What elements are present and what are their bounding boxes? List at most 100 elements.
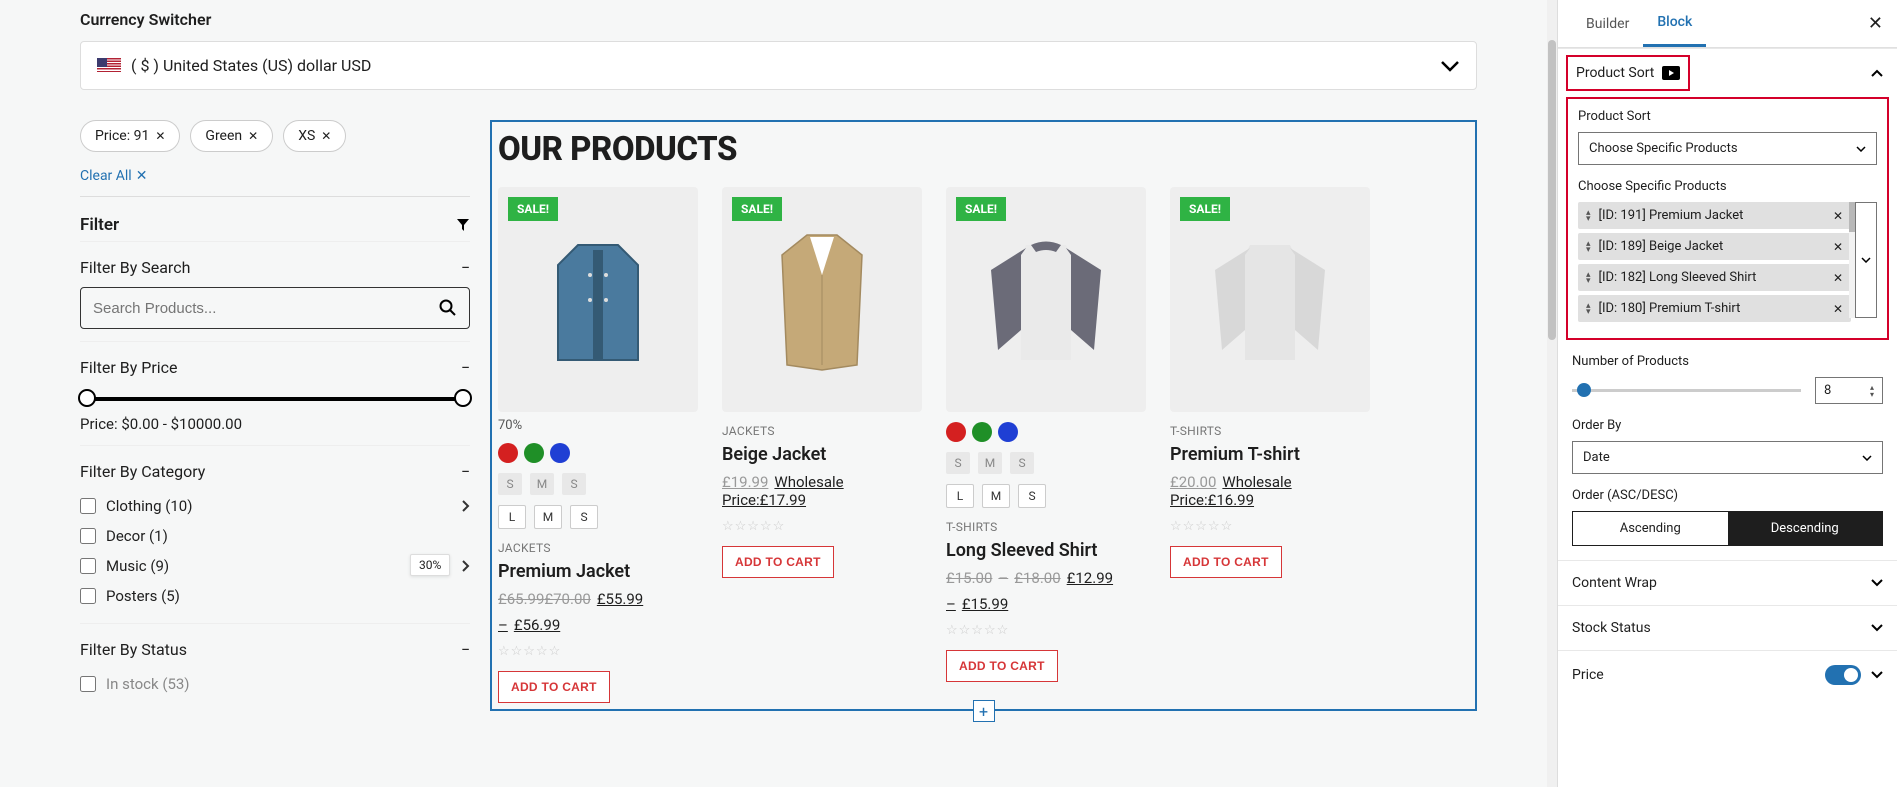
size-option[interactable]: S xyxy=(1018,484,1046,508)
size-option[interactable]: S xyxy=(570,505,598,529)
product-sort-select[interactable]: Choose Specific Products xyxy=(1578,132,1877,165)
category-item[interactable]: Posters (5) xyxy=(80,581,470,611)
num-products-slider[interactable] xyxy=(1572,389,1801,392)
close-icon[interactable]: ✕ xyxy=(321,129,331,143)
stepper-arrows-icon[interactable]: ▴▾ xyxy=(1870,384,1874,398)
close-icon[interactable]: ✕ xyxy=(1868,13,1883,34)
tab-builder[interactable]: Builder xyxy=(1572,2,1643,46)
size-option[interactable]: L xyxy=(946,484,974,508)
order-desc-option[interactable]: Descending xyxy=(1728,512,1883,545)
section-content-wrap[interactable]: Content Wrap xyxy=(1558,560,1897,605)
section-product-sort-header[interactable]: Product Sort xyxy=(1566,55,1690,91)
search-icon[interactable] xyxy=(439,299,457,317)
orderby-select[interactable]: Date xyxy=(1572,441,1883,474)
product-image[interactable]: SALE! xyxy=(1170,187,1370,412)
category-item[interactable]: Music (9) xyxy=(80,551,169,581)
checkbox[interactable] xyxy=(80,558,96,574)
scrollbar[interactable] xyxy=(1547,0,1557,787)
close-icon[interactable]: ✕ xyxy=(1833,240,1843,254)
filter-tag[interactable]: Green✕ xyxy=(190,120,273,152)
section-price[interactable]: Price xyxy=(1558,650,1897,699)
chevron-right-icon[interactable] xyxy=(462,560,470,572)
drag-handle-icon[interactable]: ▴▾ xyxy=(1586,241,1591,253)
tab-block[interactable]: Block xyxy=(1643,0,1706,47)
color-swatch-blue[interactable] xyxy=(550,443,570,463)
drag-handle-icon[interactable]: ▴▾ xyxy=(1586,303,1591,315)
add-to-cart-button[interactable]: ADD TO CART xyxy=(722,546,834,578)
add-to-cart-button[interactable]: ADD TO CART xyxy=(946,650,1058,682)
filter-tag[interactable]: XS✕ xyxy=(283,120,346,152)
color-swatch-green[interactable] xyxy=(972,422,992,442)
chevron-right-icon[interactable] xyxy=(462,500,470,512)
filter-tag[interactable]: Price: 91✕ xyxy=(80,120,180,152)
chevron-down-icon xyxy=(1871,671,1883,679)
product-image[interactable]: SALE! xyxy=(498,187,698,412)
scrollbar-thumb[interactable] xyxy=(1548,40,1556,340)
chosen-product[interactable]: ▴▾[ID: 189] Beige Jacket✕ xyxy=(1578,233,1851,260)
drag-handle-icon[interactable]: ▴▾ xyxy=(1586,210,1591,222)
close-icon[interactable]: ✕ xyxy=(155,129,165,143)
price-range-text: Price: $0.00 - $10000.00 xyxy=(80,415,470,433)
minus-icon[interactable]: − xyxy=(461,358,470,377)
size-option[interactable]: S xyxy=(946,452,970,474)
clear-all-link[interactable]: Clear All ✕ xyxy=(80,168,147,184)
size-option[interactable]: L xyxy=(498,505,526,529)
size-option[interactable]: S xyxy=(562,473,586,495)
product-image[interactable]: SALE! xyxy=(722,187,922,412)
chosen-product[interactable]: ▴▾[ID: 191] Premium Jacket✕ xyxy=(1578,202,1851,229)
add-block-button[interactable]: + xyxy=(973,700,995,722)
search-input[interactable] xyxy=(93,300,439,317)
chosen-dropdown-toggle[interactable] xyxy=(1855,202,1877,318)
add-to-cart-button[interactable]: ADD TO CART xyxy=(1170,546,1282,578)
size-option[interactable]: S xyxy=(1010,452,1034,474)
price-slider[interactable] xyxy=(86,397,464,401)
filter-icon[interactable] xyxy=(456,218,470,232)
drag-handle-icon[interactable]: ▴▾ xyxy=(1586,272,1591,284)
video-icon[interactable] xyxy=(1662,66,1680,80)
category-item[interactable]: Decor (1) xyxy=(80,521,470,551)
checkbox[interactable] xyxy=(80,498,96,514)
section-stock-status[interactable]: Stock Status xyxy=(1558,605,1897,650)
size-option[interactable]: M xyxy=(982,484,1010,508)
close-icon[interactable]: ✕ xyxy=(1833,302,1843,316)
color-swatch-green[interactable] xyxy=(524,443,544,463)
close-icon[interactable]: ✕ xyxy=(248,129,258,143)
checkbox[interactable] xyxy=(80,676,96,692)
search-input-wrap[interactable] xyxy=(80,287,470,329)
price-toggle[interactable] xyxy=(1825,665,1861,685)
size-option[interactable]: M xyxy=(534,505,562,529)
product-category: JACKETS xyxy=(722,424,922,438)
minus-icon[interactable]: − xyxy=(461,258,470,277)
num-products-input[interactable]: 8▴▾ xyxy=(1815,377,1883,404)
chosen-product[interactable]: ▴▾[ID: 180] Premium T-shirt✕ xyxy=(1578,295,1851,322)
checkbox[interactable] xyxy=(80,588,96,604)
minus-icon[interactable]: − xyxy=(461,640,470,659)
product-image[interactable]: SALE! xyxy=(946,187,1146,412)
color-swatch-red[interactable] xyxy=(498,443,518,463)
minus-icon[interactable]: − xyxy=(461,462,470,481)
chosen-product[interactable]: ▴▾[ID: 182] Long Sleeved Shirt✕ xyxy=(1578,264,1851,291)
products-block-selected[interactable]: OUR PRODUCTS SALE! 70% xyxy=(490,120,1477,711)
size-option[interactable]: S xyxy=(498,473,522,495)
order-asc-option[interactable]: Ascending xyxy=(1573,512,1728,545)
checkbox[interactable] xyxy=(80,528,96,544)
product-name[interactable]: Premium T-shirt xyxy=(1170,444,1370,465)
order-toggle[interactable]: Ascending Descending xyxy=(1572,511,1883,546)
size-option[interactable]: M xyxy=(530,473,554,495)
close-icon[interactable]: ✕ xyxy=(1833,209,1843,223)
product-name[interactable]: Beige Jacket xyxy=(722,444,922,465)
category-item[interactable]: Clothing (10) xyxy=(80,491,192,521)
slider-handle-max[interactable] xyxy=(454,389,472,407)
status-item[interactable]: In stock (53) xyxy=(80,669,470,699)
add-to-cart-button[interactable]: ADD TO CART xyxy=(498,671,610,703)
color-swatch-blue[interactable] xyxy=(998,422,1018,442)
size-option[interactable]: M xyxy=(978,452,1002,474)
currency-select[interactable]: ( $ ) United States (US) dollar USD xyxy=(80,41,1477,90)
slider-handle[interactable] xyxy=(1577,383,1591,397)
close-icon[interactable]: ✕ xyxy=(1833,271,1843,285)
product-name[interactable]: Long Sleeved Shirt xyxy=(946,540,1146,561)
chevron-up-icon[interactable] xyxy=(1871,69,1883,77)
product-name[interactable]: Premium Jacket xyxy=(498,561,698,582)
slider-handle-min[interactable] xyxy=(78,389,96,407)
color-swatch-red[interactable] xyxy=(946,422,966,442)
